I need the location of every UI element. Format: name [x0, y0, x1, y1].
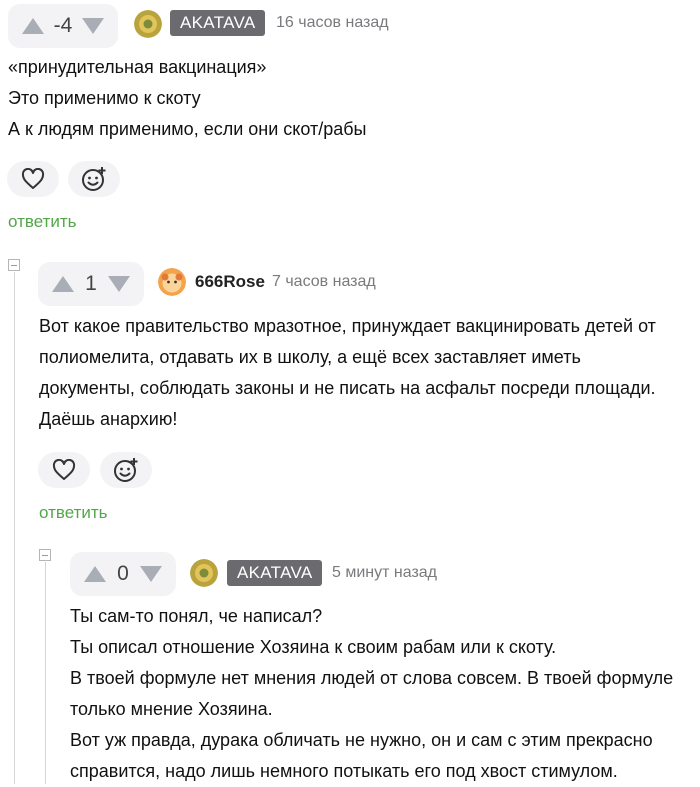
- vote-widget: 0: [70, 552, 176, 596]
- author-badge[interactable]: AKATAVA: [170, 10, 266, 36]
- emoji-add-icon: [82, 167, 106, 191]
- upvote-icon[interactable]: [52, 276, 74, 292]
- comment-line: справится, надо лишь немного потыкать ег…: [70, 761, 618, 781]
- comment-time[interactable]: 16 часов назад: [276, 10, 389, 36]
- comment-line: Это применимо к скоту: [8, 88, 201, 108]
- like-button[interactable]: [38, 452, 90, 488]
- avatar[interactable]: [190, 559, 218, 587]
- thread-line: [14, 272, 15, 784]
- comment-line: «принудительная вакцинация»: [8, 57, 267, 77]
- heart-icon: [52, 459, 76, 480]
- downvote-icon[interactable]: [140, 566, 162, 582]
- score: 0: [117, 562, 129, 585]
- collapse-toggle[interactable]: [8, 259, 20, 271]
- comment-line: В твоей формуле нет мнения людей от слов…: [70, 668, 674, 688]
- author-badge[interactable]: AKATAVA: [227, 560, 323, 586]
- avatar[interactable]: [158, 268, 186, 296]
- reply-link[interactable]: ответить: [39, 501, 108, 525]
- vote-widget: 1: [38, 262, 144, 306]
- comment-time[interactable]: 5 минут назад: [332, 560, 437, 586]
- comment-time[interactable]: 7 часов назад: [272, 269, 376, 295]
- comment-line: А к людям применимо, если они скот/рабы: [8, 119, 367, 139]
- like-button[interactable]: [7, 161, 59, 197]
- comment-line: Даёшь анархию!: [39, 409, 178, 429]
- downvote-icon[interactable]: [108, 276, 130, 292]
- heart-icon: [21, 168, 45, 189]
- upvote-icon[interactable]: [84, 566, 106, 582]
- emoji-add-icon: [114, 458, 138, 482]
- score: 1: [85, 272, 97, 295]
- upvote-icon[interactable]: [22, 18, 44, 34]
- comment-line: Ты сам-то понял, че написал?: [70, 606, 323, 626]
- vote-widget: -4: [8, 4, 118, 48]
- thread-line: [45, 562, 46, 784]
- reply-link[interactable]: ответить: [8, 210, 77, 234]
- comment-line: документы, соблюдать законы и не писать …: [39, 378, 656, 398]
- comment-line: Вот какое правительство мразотное, прину…: [39, 316, 656, 336]
- comment-line: полиомелита, отдавать их в школу, а ещё …: [39, 347, 581, 367]
- comment-line: Вот уж правда, дурака обличать не нужно,…: [70, 730, 653, 750]
- comment-body: «принудительная вакцинация» Это применим…: [8, 52, 366, 145]
- comment-line: только мнение Хозяина.: [70, 699, 273, 719]
- author-name[interactable]: 666Rose: [195, 269, 265, 295]
- downvote-icon[interactable]: [82, 18, 104, 34]
- avatar[interactable]: [134, 10, 162, 38]
- score: -4: [53, 14, 73, 37]
- collapse-toggle[interactable]: [39, 549, 51, 561]
- comment-line: Ты описал отношение Хозяина к своим раба…: [70, 637, 557, 657]
- react-button[interactable]: [68, 161, 120, 197]
- comment-body: Вот какое правительство мразотное, прину…: [39, 311, 656, 435]
- react-button[interactable]: [100, 452, 152, 488]
- comment-body: Ты сам-то понял, че написал? Ты описал о…: [70, 601, 673, 787]
